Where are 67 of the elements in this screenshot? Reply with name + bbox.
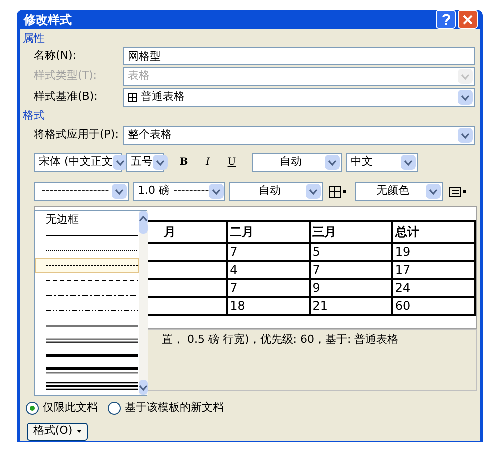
table-cell: 7	[310, 261, 392, 279]
shading-dropdown[interactable]: 无颜色	[355, 182, 443, 201]
table-cell: 19	[392, 243, 475, 261]
font-color-dropdown[interactable]: 自动	[252, 153, 342, 172]
table-cell: 9	[310, 279, 392, 297]
italic-button[interactable]: I	[198, 153, 218, 172]
radio-button[interactable]	[26, 402, 39, 415]
language-dropdown[interactable]: 中文	[346, 153, 418, 172]
caret-icon	[343, 190, 346, 193]
section-heading: 属性	[23, 32, 46, 46]
dropdown-arrow-icon	[325, 155, 340, 170]
radio-option[interactable]: 仅限此文档	[26, 400, 98, 416]
dropdown-arrow-icon	[209, 184, 224, 199]
window-title: 修改样式	[24, 12, 72, 28]
dropdown-arrow-icon	[458, 128, 473, 143]
table-cell: 17	[392, 261, 475, 279]
radio-button[interactable]	[108, 402, 121, 415]
line-style-option[interactable]: 无边框	[35, 213, 139, 228]
line-style-dropdown[interactable]: -----------------	[34, 182, 129, 201]
dropdown-arrow-icon	[306, 184, 321, 199]
table-cell: 21	[310, 297, 392, 315]
field-label: 样式类型(T):	[34, 68, 98, 84]
table-cell: 60	[392, 297, 475, 315]
dropdown-arrow-icon	[112, 155, 128, 170]
name-field[interactable]: 网格型	[123, 47, 475, 65]
dropdown-arrow-icon	[153, 155, 168, 170]
style-description: 置， 0.5 磅 行宽)，优先级: 60，基于: 普通表格	[162, 333, 399, 346]
help-button[interactable]	[436, 10, 456, 29]
field-label: 样式基准(B):	[34, 89, 99, 106]
bold-button[interactable]: B	[174, 153, 194, 172]
table-header: 总计	[392, 221, 475, 243]
table-cell: 4	[227, 261, 310, 279]
dropdown-arrow-icon	[112, 184, 127, 199]
scroll-down-icon[interactable]	[139, 380, 148, 395]
help-icon	[442, 14, 450, 26]
table-cell: 5	[310, 243, 392, 261]
caret-icon	[463, 190, 466, 193]
scroll-thumb[interactable]	[139, 222, 148, 234]
apply-to-dropdown[interactable]: 整个表格	[123, 126, 475, 145]
radio-option[interactable]: 基于该模板的新文档	[108, 400, 224, 416]
dropdown-arrow-icon	[458, 90, 473, 105]
align-icon	[449, 186, 461, 196]
underline-button[interactable]: U	[222, 153, 242, 172]
field-label: 将格式应用于(P):	[34, 127, 120, 144]
caret-icon	[76, 430, 82, 433]
table-cell: 18	[227, 297, 310, 315]
border-color-dropdown[interactable]: 自动	[229, 182, 323, 201]
format-menu-button[interactable]: 格式(O)	[27, 422, 88, 440]
table-cell: 7	[227, 279, 310, 297]
table-icon	[128, 93, 137, 102]
scrollbar[interactable]	[139, 211, 148, 395]
close-icon	[463, 14, 473, 24]
close-button[interactable]	[458, 10, 478, 29]
table-header: 二月	[227, 221, 310, 243]
line-style-list[interactable]: 无边框	[34, 210, 147, 396]
dropdown-arrow-icon	[458, 69, 473, 84]
line-style-option[interactable]	[35, 258, 139, 273]
grid-icon	[329, 186, 341, 198]
section-heading: 格式	[23, 109, 46, 123]
dropdown-arrow-icon	[426, 184, 441, 199]
table-cell: 24	[392, 279, 475, 297]
table-header: 三月	[310, 221, 392, 243]
line-width-dropdown[interactable]: 1.0 磅 ---------	[133, 182, 225, 201]
based-on-dropdown[interactable]: 普通表格	[123, 88, 475, 107]
field-label: 名称(N):	[34, 48, 78, 64]
table-cell: 7	[227, 243, 310, 261]
dropdown-arrow-icon	[401, 155, 416, 170]
